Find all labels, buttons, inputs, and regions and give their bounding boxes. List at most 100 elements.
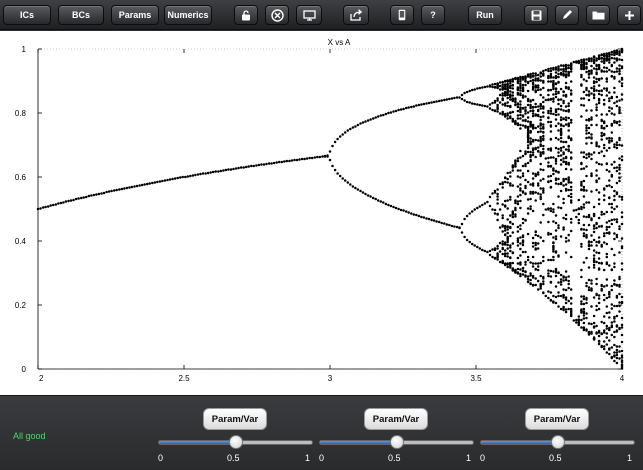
data-point [554, 229, 558, 232]
data-point [465, 90, 469, 94]
params-button[interactable]: Params [111, 5, 159, 25]
data-point [620, 316, 624, 320]
bcs-button[interactable]: BCs [58, 5, 104, 25]
data-point [539, 154, 542, 158]
data-point [387, 111, 390, 115]
data-point [524, 260, 527, 264]
data-point [534, 102, 537, 106]
edit-button[interactable] [555, 5, 579, 25]
data-point [577, 218, 581, 222]
data-point [585, 284, 588, 288]
data-point [620, 47, 624, 51]
data-point [587, 73, 591, 76]
add-button[interactable] [617, 5, 641, 25]
data-point [300, 157, 304, 161]
data-point [349, 183, 352, 186]
param-var-button-2[interactable]: Param/Var [364, 408, 428, 430]
data-point [491, 83, 494, 86]
data-point [618, 123, 621, 127]
data-point [511, 164, 515, 167]
data-point [567, 104, 570, 108]
data-point [516, 272, 520, 275]
data-point [549, 130, 553, 133]
param-var-button-3[interactable]: Param/Var [525, 408, 589, 430]
data-point [361, 121, 365, 124]
help-button[interactable]: ? [421, 5, 445, 25]
data-point [354, 125, 357, 128]
data-point [392, 205, 395, 209]
data-point [531, 105, 535, 109]
data-point [585, 215, 588, 219]
data-point [514, 121, 517, 124]
data-point [36, 207, 40, 211]
data-point [613, 119, 616, 123]
open-button[interactable] [586, 5, 610, 25]
data-point [549, 174, 553, 178]
data-point [592, 61, 596, 65]
data-point [605, 336, 609, 339]
data-point [559, 146, 563, 150]
stop-button[interactable] [265, 5, 289, 25]
slider-thumb-1[interactable] [228, 435, 243, 449]
data-point [470, 88, 474, 92]
data-point [559, 154, 563, 157]
data-point [112, 189, 116, 192]
data-point [580, 167, 583, 171]
data-point [539, 168, 542, 171]
data-point [514, 213, 517, 216]
share-button[interactable] [343, 5, 369, 25]
data-point [458, 226, 461, 229]
slider-thumb-2[interactable] [389, 435, 404, 449]
data-point [542, 239, 545, 243]
data-point [166, 178, 169, 182]
save-button[interactable] [524, 5, 548, 25]
data-point [590, 64, 593, 68]
data-point [613, 207, 616, 211]
data-point [529, 261, 532, 264]
data-point [379, 114, 383, 117]
data-point [514, 159, 517, 162]
data-point [605, 343, 609, 346]
data-point [526, 255, 530, 259]
data-point [557, 182, 560, 186]
data-point [519, 110, 522, 114]
data-point [610, 321, 614, 324]
data-point [592, 55, 596, 59]
data-point [595, 240, 598, 244]
ics-button[interactable]: ICs [3, 5, 51, 25]
run-button[interactable]: Run [468, 5, 502, 25]
data-point [597, 177, 601, 180]
data-point [613, 160, 616, 164]
display-button[interactable] [296, 5, 322, 25]
data-point [613, 320, 616, 323]
slider-max-label: 1 [627, 453, 633, 463]
data-point [331, 144, 334, 148]
data-point [564, 308, 568, 311]
lock-button[interactable] [234, 5, 258, 25]
data-point [554, 285, 558, 288]
data-point [618, 195, 621, 198]
data-point [318, 155, 322, 159]
data-point [346, 181, 350, 184]
data-point [557, 271, 560, 275]
plot-panel[interactable]: X vs A 2 2.5 3 3.5 4 0 0.2 0.4 0.6 0.8 1 [0, 31, 643, 395]
data-point [605, 231, 609, 235]
data-point [610, 64, 614, 68]
device-button[interactable] [390, 5, 414, 25]
data-point [524, 192, 527, 196]
numerics-button[interactable]: Numerics [164, 5, 212, 25]
data-point [359, 189, 362, 193]
data-point [529, 137, 532, 140]
data-point [539, 115, 542, 119]
data-point [519, 169, 522, 172]
data-point [557, 224, 560, 227]
data-point [514, 100, 517, 104]
data-point [605, 168, 609, 172]
data-point [521, 269, 525, 273]
data-point [511, 80, 515, 83]
data-point [549, 207, 553, 210]
data-point [506, 117, 509, 120]
data-point [506, 104, 509, 108]
slider-thumb-3[interactable] [550, 435, 565, 449]
param-var-button-1[interactable]: Param/Var [203, 408, 267, 430]
